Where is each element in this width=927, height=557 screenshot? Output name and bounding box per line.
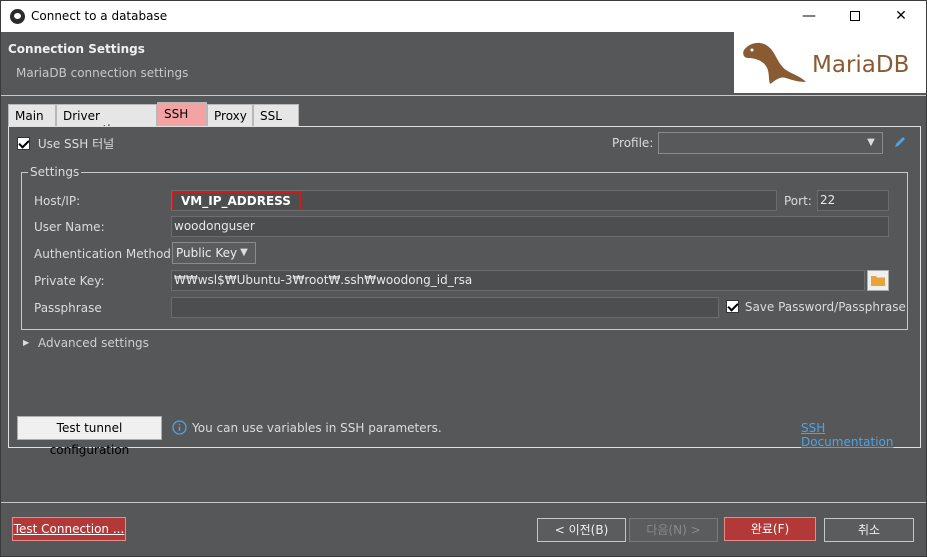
advanced-settings-toggle[interactable]: ▶ Advanced settings <box>23 335 149 350</box>
private-key-input[interactable]: ₩₩wsl$₩Ubuntu-3₩root₩.ssh₩woodong_id_rsa <box>171 270 865 291</box>
folder-icon <box>871 276 885 286</box>
test-connection-button[interactable]: Test Connection ... <box>12 517 126 541</box>
profile-label: Profile: <box>612 136 654 150</box>
tab-ssl[interactable]: SSL <box>253 104 299 128</box>
use-ssh-tunnel-checkbox[interactable] <box>17 137 30 150</box>
back-button[interactable]: < 이전(B) <box>537 518 626 542</box>
auth-method-value: Public Key <box>176 246 238 260</box>
tab-proxy[interactable]: Proxy <box>207 104 253 128</box>
host-value: VM_IP_ADDRESS <box>172 191 301 210</box>
user-name-label: User Name: <box>34 220 105 234</box>
cancel-button[interactable]: 취소 <box>824 518 914 542</box>
minimize-button[interactable]: — <box>786 1 832 32</box>
profile-select[interactable]: ▼ <box>658 132 883 154</box>
title-bar: Connect to a database — ✕ <box>1 1 926 32</box>
tab-ssh[interactable]: SSH <box>157 102 207 128</box>
auth-method-select[interactable]: Public Key ▼ <box>172 242 256 264</box>
auth-method-label: Authentication Method: <box>34 247 175 261</box>
header-title: Connection Settings <box>8 42 145 56</box>
use-ssh-tunnel-label: Use SSH 터널 <box>37 137 115 151</box>
mariadb-logo: MariaDB <box>734 32 926 93</box>
private-key-label: Private Key: <box>34 274 105 288</box>
mariadb-logo-text: MariaDB <box>812 52 910 78</box>
save-passphrase-checkbox[interactable] <box>726 300 739 313</box>
edit-profile-icon[interactable] <box>893 135 907 149</box>
maximize-button[interactable] <box>832 1 878 32</box>
port-label: Port: <box>784 194 812 208</box>
chevron-down-icon: ▼ <box>867 137 875 148</box>
dbeaver-app-icon <box>10 9 25 24</box>
ssh-variables-info: You can use variables in SSH parameters. <box>192 421 442 435</box>
port-input[interactable]: 22 <box>817 190 889 211</box>
browse-key-button[interactable] <box>867 270 889 291</box>
mariadb-seal-icon <box>743 42 806 84</box>
tab-driver-properties[interactable]: Driver properties <box>56 104 157 137</box>
close-button[interactable]: ✕ <box>878 1 924 32</box>
test-tunnel-button[interactable]: Test tunnel configuration <box>17 416 162 457</box>
settings-legend: Settings <box>28 165 82 179</box>
dialog-header: Connection Settings MariaDB connection s… <box>1 32 926 95</box>
user-name-input[interactable]: woodonguser <box>171 216 889 237</box>
next-button[interactable]: 다음(N) > <box>629 518 718 542</box>
connect-dialog: Connect to a database — ✕ Connection Set… <box>0 0 927 557</box>
host-label: Host/IP: <box>34 194 81 208</box>
use-ssh-tunnel-row[interactable]: Use SSH 터널 <box>17 135 114 152</box>
tab-main[interactable]: Main <box>8 104 56 128</box>
ssh-documentation-link[interactable]: SSH Documentation <box>801 421 920 449</box>
chevron-down-icon: ▼ <box>240 247 248 258</box>
maximize-icon <box>850 11 860 21</box>
host-input[interactable]: VM_IP_ADDRESS <box>171 190 777 211</box>
advanced-settings-label: Advanced settings <box>37 335 149 350</box>
save-passphrase-label: Save Password/Passphrase <box>744 299 906 314</box>
expand-arrow-icon: ▶ <box>23 338 30 347</box>
window-title: Connect to a database <box>31 9 168 23</box>
save-passphrase-row[interactable]: Save Password/Passphrase <box>726 299 906 314</box>
footer-divider <box>1 502 926 503</box>
test-connection-label: Test Connection ... <box>13 522 125 536</box>
header-subtitle: MariaDB connection settings <box>16 66 189 80</box>
header-divider <box>1 95 926 96</box>
finish-button[interactable]: 완료(F) <box>724 517 816 541</box>
info-icon <box>172 420 187 435</box>
ssh-settings-panel: Use SSH 터널 Profile: ▼ Settings Host/IP: … <box>8 126 921 457</box>
settings-group: Settings Host/IP: VM_IP_ADDRESS Port: 22… <box>21 165 908 330</box>
passphrase-label: Passphrase <box>34 301 102 315</box>
passphrase-input[interactable] <box>171 297 719 318</box>
